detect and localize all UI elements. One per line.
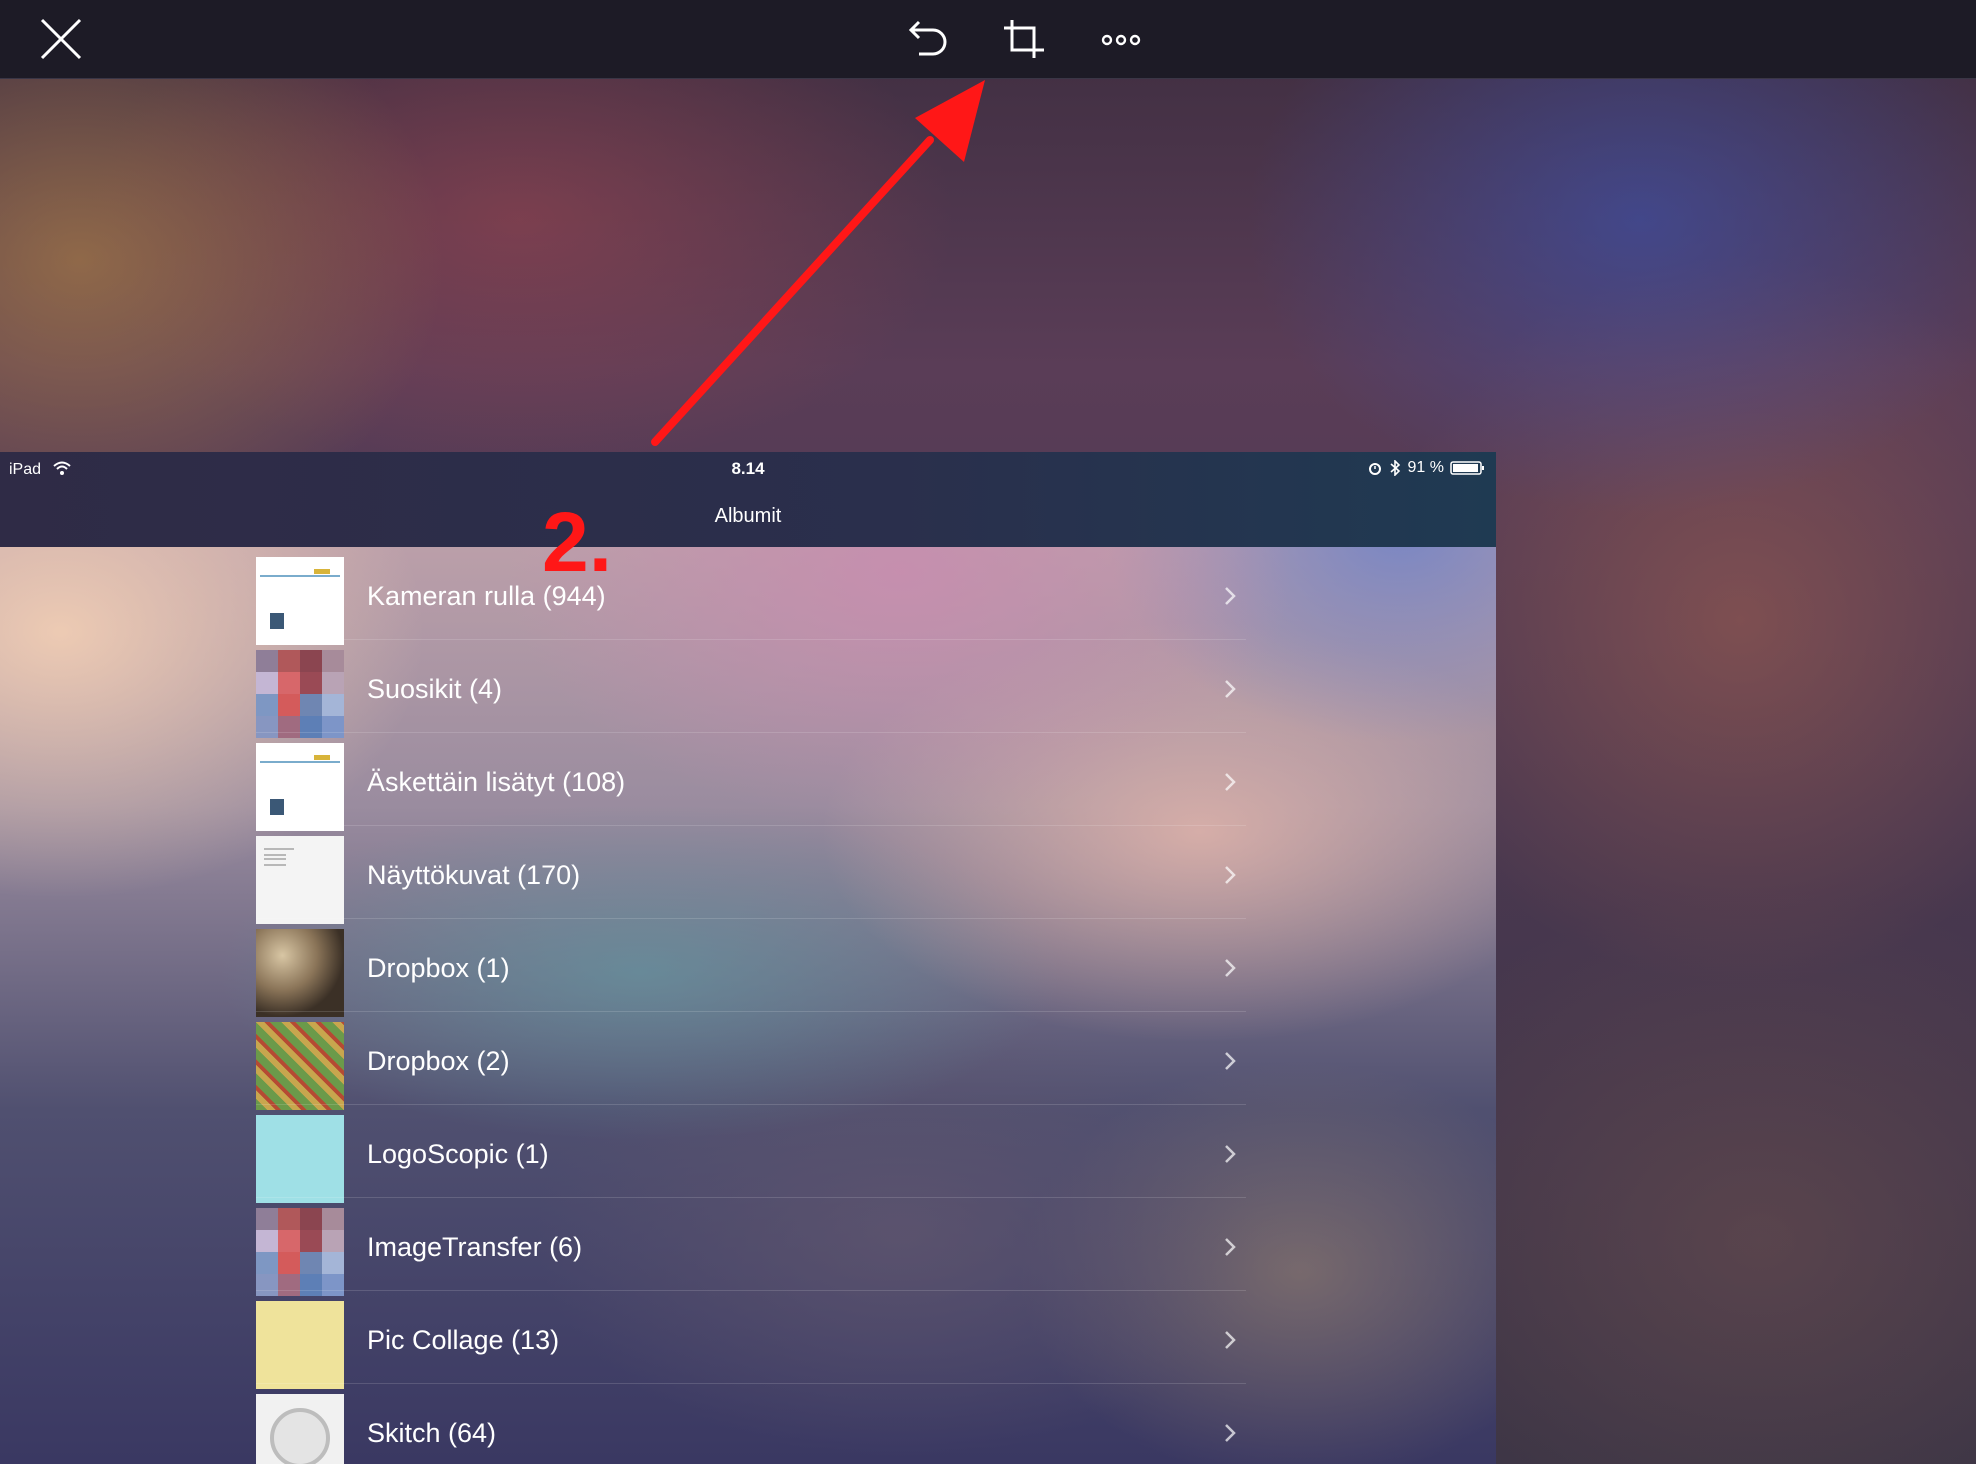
- ipad-screenshot: iPad 8.14 91 % Albumit 2. Kameran rulla …: [0, 452, 1496, 1464]
- album-thumbnail: [256, 836, 344, 924]
- more-options-button[interactable]: [1090, 8, 1152, 70]
- nav-title: Albumit: [714, 505, 782, 527]
- undo-button[interactable]: [895, 8, 957, 70]
- album-row[interactable]: LogoScopic (1): [256, 1105, 1246, 1203]
- album-thumbnail: [256, 557, 344, 645]
- album-thumbnail: [256, 743, 344, 831]
- undo-icon: [908, 20, 947, 56]
- album-row[interactable]: Suosikit (4): [256, 640, 1246, 738]
- album-label: Dropbox (2): [367, 1046, 510, 1076]
- album-label: Suosikit (4): [367, 674, 503, 704]
- crop-icon: [1004, 20, 1044, 58]
- navigation-bar: Albumit 2.: [0, 488, 1496, 584]
- chevron-right-icon: [1225, 1052, 1236, 1070]
- album-label: Kameran rulla (944): [367, 581, 606, 611]
- album-label: Äskettäin lisätyt (108): [367, 767, 626, 797]
- album-thumbnail: [256, 1115, 344, 1203]
- album-row[interactable]: ImageTransfer (6): [256, 1198, 1246, 1296]
- album-row[interactable]: Skitch (64): [256, 1384, 1246, 1464]
- album-row[interactable]: Kameran rulla (944): [256, 547, 1246, 645]
- album-thumbnail: [256, 650, 344, 738]
- crop-button[interactable]: [992, 8, 1054, 70]
- album-label: ImageTransfer (6): [367, 1232, 583, 1262]
- chevron-right-icon: [1225, 587, 1236, 605]
- chevron-right-icon: [1225, 1331, 1236, 1349]
- album-label: LogoScopic (1): [367, 1139, 549, 1169]
- chevron-right-icon: [1225, 1424, 1236, 1442]
- album-thumbnail: [256, 1208, 344, 1296]
- album-label: Skitch (64): [367, 1418, 497, 1448]
- chevron-right-icon: [1225, 680, 1236, 698]
- chevron-right-icon: [1225, 773, 1236, 791]
- status-time: 8.14: [731, 459, 765, 478]
- album-row[interactable]: Dropbox (1): [256, 919, 1246, 1017]
- album-thumbnail: [256, 1301, 344, 1389]
- album-label: Näyttökuvat (170): [367, 860, 581, 890]
- status-bar: iPad 8.14 91 %: [0, 452, 1496, 488]
- chevron-right-icon: [1225, 1238, 1236, 1256]
- album-label: Dropbox (1): [367, 953, 510, 983]
- close-button[interactable]: [30, 8, 92, 70]
- album-row[interactable]: Pic Collage (13): [256, 1291, 1246, 1389]
- status-indicators: 91 %: [1368, 459, 1486, 477]
- more-icon: [1101, 34, 1141, 46]
- album-row[interactable]: Dropbox (2): [256, 1012, 1246, 1110]
- album-thumbnail: [256, 929, 344, 1017]
- bluetooth-icon: [1390, 460, 1400, 476]
- chevron-right-icon: [1225, 866, 1236, 884]
- battery-percent: 91 %: [1407, 459, 1444, 476]
- album-row[interactable]: Näyttökuvat (170): [256, 826, 1246, 924]
- editor-toolbar: [0, 0, 1976, 79]
- album-row[interactable]: Äskettäin lisätyt (108): [256, 733, 1246, 831]
- chevron-right-icon: [1225, 959, 1236, 977]
- battery-icon: [1450, 461, 1484, 475]
- alarm-icon: [1368, 463, 1381, 475]
- chevron-right-icon: [1225, 1145, 1236, 1163]
- album-thumbnail: [256, 1394, 344, 1464]
- album-thumbnail: [256, 1022, 344, 1110]
- album-label: Pic Collage (13): [367, 1325, 560, 1355]
- close-icon: [40, 18, 82, 60]
